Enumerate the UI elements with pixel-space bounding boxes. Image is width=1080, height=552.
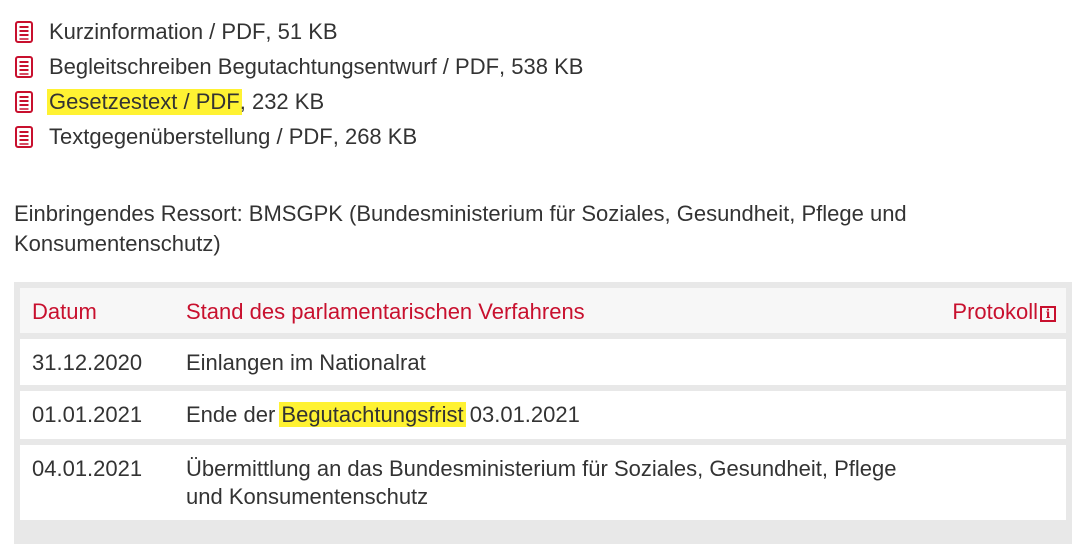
document-link[interactable]: Kurzinformation / PDF: [49, 19, 265, 45]
pdf-document-icon: [15, 90, 33, 113]
document-item-textgegenueberstellung: Textgegenüberstellung / PDF, 268 KB: [14, 119, 583, 154]
pdf-document-icon: [15, 55, 33, 78]
table-row: 31.12.2020 Einlangen im Nationalrat: [20, 339, 1066, 385]
row-stand-suffix: 03.01.2021: [463, 402, 580, 427]
row-stand-prefix: Ende der: [186, 402, 282, 427]
column-header-protokoll[interactable]: Protokoll i: [952, 298, 1056, 326]
row-stand: Einlangen im Nationalrat: [186, 350, 426, 375]
ressort-info: Einbringendes Ressort: BMSGPK (Bundesmin…: [14, 201, 907, 256]
column-header-protokoll-label[interactable]: Protokoll: [952, 298, 1038, 326]
document-item-begleitschreiben: Begleitschreiben Begutachtungsentwurf / …: [14, 49, 583, 84]
document-link[interactable]: Begleitschreiben Begutachtungsentwurf / …: [49, 54, 499, 80]
pdf-document-icon: [15, 20, 33, 43]
document-link[interactable]: Gesetzestext / PDF: [47, 88, 242, 115]
document-size: , 538 KB: [499, 53, 584, 79]
table-row: 04.01.2021 Übermittlung an das Bundesmin…: [20, 445, 1066, 520]
row-stand-highlight: Begutachtungsfrist: [279, 402, 466, 427]
document-size: , 232 KB: [239, 88, 325, 114]
table-header-row: Datum Stand des parlamentarischen Verfah…: [20, 288, 1066, 333]
document-size: , 51 KB: [265, 18, 338, 44]
row-date: 31.12.2020: [32, 350, 143, 375]
document-link[interactable]: Textgegenüberstellung / PDF: [49, 124, 333, 150]
document-item-kurzinformation: Kurzinformation / PDF, 51 KB: [14, 14, 583, 49]
column-header-datum[interactable]: Datum: [32, 298, 97, 326]
row-date: 01.01.2021: [32, 402, 143, 427]
document-item-gesetzestext: Gesetzestext / PDF, 232 KB: [14, 84, 583, 119]
row-date: 04.01.2021: [32, 456, 143, 481]
document-size: , 268 KB: [332, 123, 418, 149]
table-row: 01.01.2021 Ende der Begutachtungsfrist 0…: [20, 391, 1066, 439]
info-icon[interactable]: i: [1040, 306, 1056, 322]
document-list: Kurzinformation / PDF, 51 KB Begleitschr…: [14, 14, 583, 154]
pdf-document-icon: [15, 125, 33, 148]
row-stand: Ende der Begutachtungsfrist 03.01.2021: [186, 401, 906, 429]
column-header-stand[interactable]: Stand des parlamentarischen Verfahrens: [186, 298, 906, 326]
procedure-table: Datum Stand des parlamentarischen Verfah…: [14, 282, 1072, 544]
row-stand: Übermittlung an das Bundesministerium fü…: [186, 456, 897, 509]
